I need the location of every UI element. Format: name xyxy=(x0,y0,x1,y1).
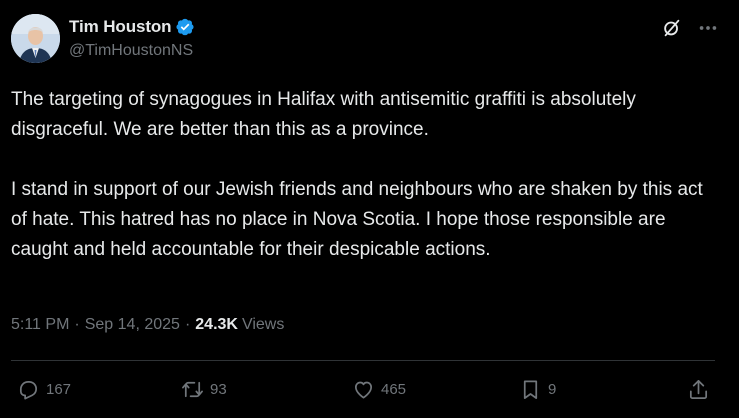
repost-count: 93 xyxy=(210,381,227,398)
avatar[interactable] xyxy=(11,14,60,63)
reply-count: 167 xyxy=(46,381,72,398)
views-count[interactable]: 24.3K xyxy=(195,316,238,334)
author-display-name[interactable]: Tim Houston xyxy=(69,17,172,37)
tweet-meta: 5:11 PM · Sep 14, 2025 · 24.3K Views xyxy=(11,316,284,334)
verified-badge-icon[interactable] xyxy=(175,17,195,37)
meta-separator: · xyxy=(74,316,80,333)
author-handle[interactable]: @TimHoustonNS xyxy=(69,42,193,60)
reply-button[interactable]: 167 xyxy=(17,378,71,401)
tweet-text: The targeting of synagogues in Halifax w… xyxy=(11,85,723,265)
repost-button[interactable]: 93 xyxy=(181,378,227,401)
tweet-paragraph: The targeting of synagogues in Halifax w… xyxy=(11,89,636,140)
like-count: 465 xyxy=(381,381,407,398)
like-button[interactable]: 465 xyxy=(352,378,406,401)
action-bar: 167 93 465 9 xyxy=(0,374,739,408)
tweet-date[interactable]: Sep 14, 2025 xyxy=(85,316,180,334)
grok-icon[interactable] xyxy=(661,17,683,39)
bookmark-count: 9 xyxy=(548,381,557,398)
views-label: Views xyxy=(241,316,285,333)
reply-icon xyxy=(17,378,40,401)
divider xyxy=(11,360,715,361)
more-horizontal-icon[interactable] xyxy=(697,17,719,39)
tweet-time[interactable]: 5:11 PM xyxy=(11,316,69,334)
share-icon xyxy=(687,378,710,401)
heart-icon xyxy=(352,378,375,401)
bookmark-icon xyxy=(519,378,542,401)
bookmark-button[interactable]: 9 xyxy=(519,378,556,401)
repost-icon xyxy=(181,378,204,401)
tweet-paragraph: I stand in support of our Jewish friends… xyxy=(11,179,703,260)
share-button[interactable] xyxy=(687,378,710,401)
meta-separator: · xyxy=(184,316,191,333)
